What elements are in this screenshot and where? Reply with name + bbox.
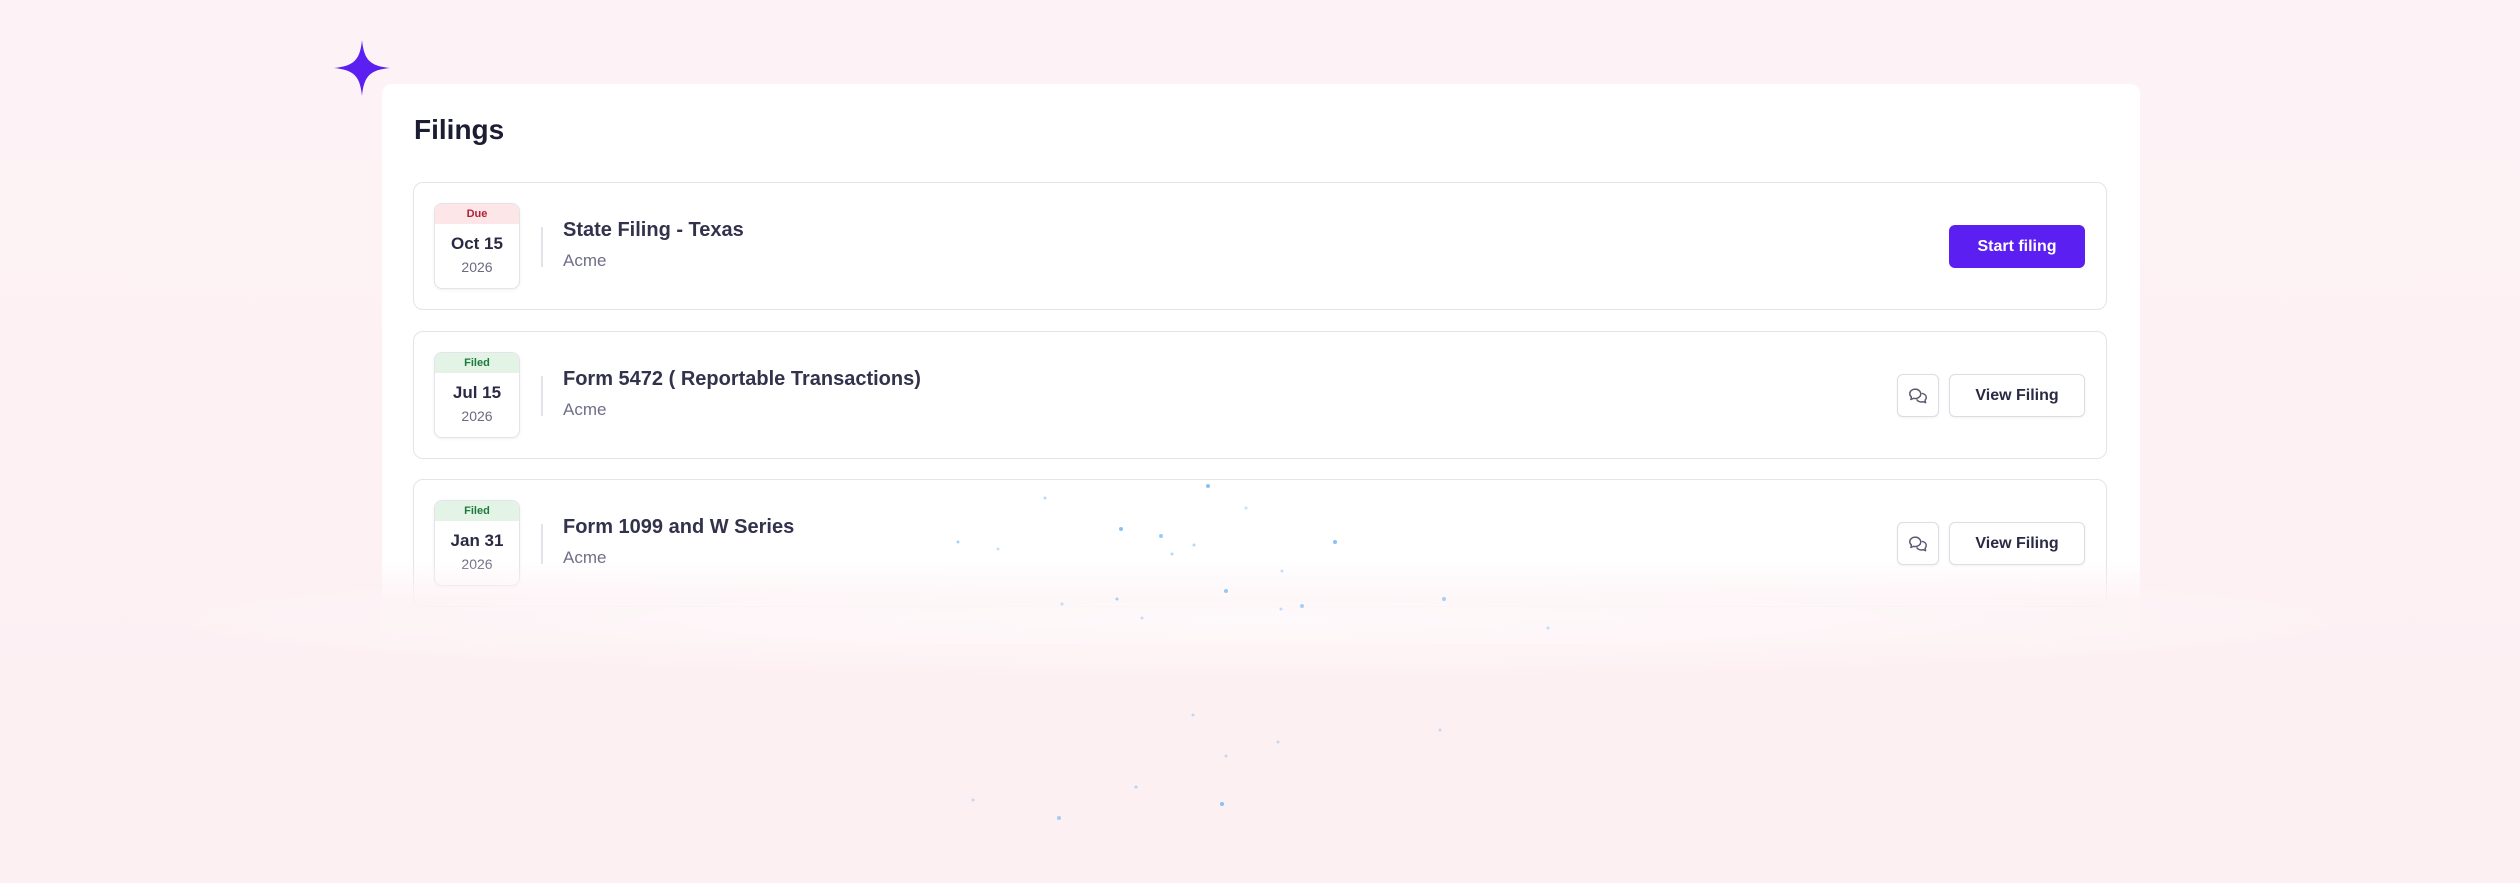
start-filing-button[interactable]: Start filing [1949,225,2085,268]
due-date-badge: Due Oct 15 2026 [434,203,520,289]
due-date-badge: Filed Jul 15 2026 [434,352,520,438]
divider [541,524,543,564]
badge-date: Jul 15 [452,383,502,402]
filing-row: Filed Jan 31 2026 Form 1099 and W Series… [413,479,2107,607]
chat-bubbles-icon [1909,387,1927,403]
chat-bubbles-icon [1909,535,1927,551]
filing-title: State Filing - Texas [563,219,744,241]
divider [541,227,543,267]
status-badge: Filed [435,353,519,373]
filing-company: Acme [563,251,607,270]
filing-row: Filed Jul 15 2026 Form 5472 ( Reportable… [413,331,2107,459]
status-badge: Filed [435,501,519,521]
view-filing-button[interactable]: View Filing [1949,374,2085,417]
badge-date: Oct 15 [451,234,503,253]
page-title: Filings [414,114,505,145]
badge-date: Jan 31 [450,531,504,550]
divider [541,376,543,416]
comments-button[interactable] [1897,522,1939,565]
badge-year: 2026 [461,556,493,572]
filings-panel: Filings Due Oct 15 2026 State Filing - T… [382,84,2140,644]
filing-row: Due Oct 15 2026 State Filing - Texas Acm… [413,182,2107,310]
app-background: Filings Due Oct 15 2026 State Filing - T… [0,0,2520,883]
filing-company: Acme [563,548,607,567]
badge-year: 2026 [461,408,493,424]
comments-button[interactable] [1897,374,1939,417]
status-badge: Due [435,204,519,224]
due-date-badge: Filed Jan 31 2026 [434,500,520,586]
badge-year: 2026 [461,259,493,275]
view-filing-button[interactable]: View Filing [1949,522,2085,565]
filing-company: Acme [563,400,607,419]
filing-title: Form 1099 and W Series [563,516,795,538]
filing-title: Form 5472 ( Reportable Transactions) [563,368,921,390]
